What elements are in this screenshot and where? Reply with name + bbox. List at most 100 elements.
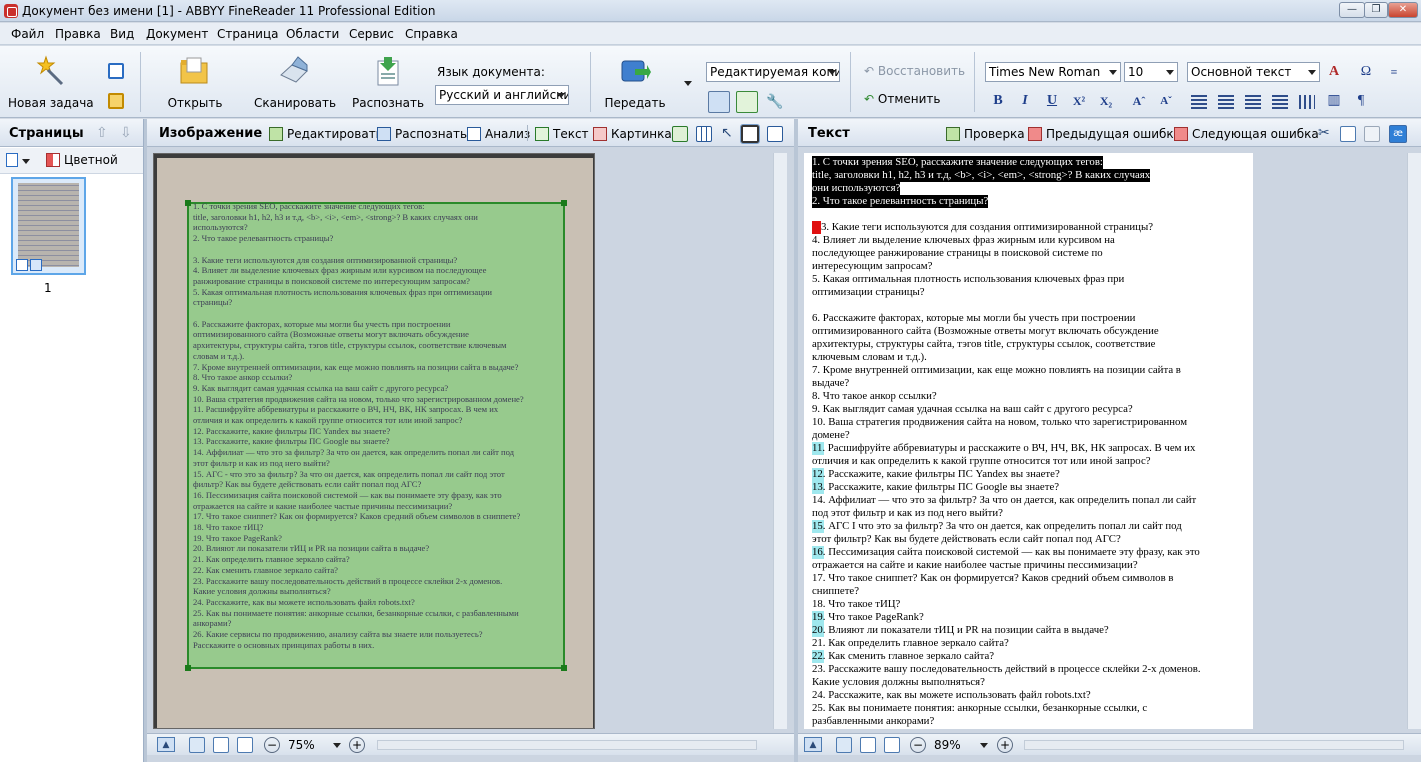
- text-area-tool[interactable]: Текст: [535, 127, 589, 141]
- send-button[interactable]: Передать: [602, 52, 668, 114]
- restore-button[interactable]: ↶ Восстановить: [864, 64, 965, 78]
- recognized-text-line[interactable]: 18. Что такое тИЦ?: [812, 598, 900, 611]
- page-view-icon[interactable]: [6, 153, 18, 167]
- recognized-text-line[interactable]: 26. Какие сервисы по продвижению, анализ…: [812, 728, 1113, 729]
- recognized-text-line[interactable]: 11. Расшифруйте аббревиатуры и расскажит…: [812, 442, 1195, 455]
- symbol-icon[interactable]: Ω: [1356, 62, 1376, 82]
- spell-check-button[interactable]: Проверка: [946, 127, 1025, 141]
- columns-icon[interactable]: ▥: [1324, 91, 1344, 111]
- doc-lang-select[interactable]: Русский и английски: [435, 85, 569, 105]
- recognized-text-line[interactable]: последующее ранжирование страницы в поис…: [812, 247, 1103, 260]
- menu-edit[interactable]: Правка: [55, 27, 101, 41]
- color-mode-icon[interactable]: [46, 153, 60, 167]
- align-justify-icon[interactable]: [1272, 95, 1288, 109]
- table-area-icon[interactable]: [672, 126, 688, 142]
- new-task-button[interactable]: Новая задача: [8, 52, 94, 114]
- copy-text-icon[interactable]: [1340, 126, 1356, 142]
- recognized-text-line[interactable]: сниппете?: [812, 585, 859, 598]
- menu-document[interactable]: Документ: [146, 27, 208, 41]
- close-window-button[interactable]: ✕: [1388, 2, 1418, 18]
- text-fit-page-icon[interactable]: [836, 737, 852, 753]
- font-color-icon[interactable]: A: [1324, 62, 1344, 82]
- paragraph-icon[interactable]: ¶: [1351, 91, 1371, 111]
- wrench-icon[interactable]: 🔧: [766, 94, 783, 110]
- menu-page[interactable]: Страница: [217, 27, 279, 41]
- minimize-button[interactable]: —: [1339, 2, 1365, 18]
- menu-areas[interactable]: Области: [286, 27, 339, 41]
- special-chars-icon[interactable]: ≡: [1384, 62, 1404, 82]
- fit-width-icon[interactable]: [213, 737, 229, 753]
- recognized-text-line[interactable]: 25. Как вы понимаете понятия: анкорные с…: [812, 702, 1147, 715]
- recognized-text-line[interactable]: 22. Как сменить главное зеркало сайта?: [812, 650, 994, 663]
- menu-file[interactable]: Файл: [11, 27, 44, 41]
- recognized-text-line[interactable]: Какие условия должны выполняться?: [812, 676, 985, 689]
- scan-button[interactable]: Сканировать: [254, 52, 336, 114]
- text-zoom-out-icon[interactable]: −: [910, 737, 926, 753]
- image-view-icon[interactable]: [708, 91, 730, 113]
- analyze-tool[interactable]: Анализ: [467, 127, 530, 141]
- recognized-text-line[interactable]: этот фильтр? Как вы будете действовать е…: [812, 533, 1121, 546]
- recognized-text-line[interactable]: домене?: [812, 429, 850, 442]
- scissors-icon[interactable]: ✂: [1318, 125, 1330, 141]
- underline-button[interactable]: U: [1042, 91, 1062, 111]
- table-icon[interactable]: [1299, 95, 1315, 109]
- recognized-text-line[interactable]: оптимизации страницы?: [812, 286, 925, 299]
- text-zoom-value[interactable]: 89%: [934, 738, 961, 752]
- text-fit-height-icon[interactable]: [884, 737, 900, 753]
- recognized-text-line[interactable]: 9. Как выглядит самая удачная ссылка на …: [812, 403, 1133, 416]
- italic-button[interactable]: I: [1015, 91, 1035, 111]
- recognized-text-line[interactable]: оптимизированного сайта (Возможные ответ…: [812, 325, 1159, 338]
- splitter-right[interactable]: [794, 119, 798, 762]
- recognized-text-line[interactable]: 16. Пессимизация сайта поисковой системо…: [812, 546, 1200, 559]
- bold-button[interactable]: B: [988, 91, 1008, 111]
- recognized-text-line[interactable]: 6. Расскажите факторах, которые мы могли…: [812, 312, 1135, 325]
- subscript-button[interactable]: X₂: [1096, 91, 1116, 111]
- recognized-text-line[interactable]: 12. Расскажите, какие фильтры ПС Yandex …: [812, 468, 1060, 481]
- menu-help[interactable]: Справка: [405, 27, 458, 41]
- recognized-text-line[interactable]: 1. С точки зрения SEO, расскажите значен…: [812, 156, 1103, 169]
- next-error-button[interactable]: Следующая ошибка: [1174, 127, 1319, 141]
- text-zoom-dropdown[interactable]: [980, 743, 988, 748]
- recognized-text-line[interactable]: title, заголовки h1, h2, h3 и т.д, <b>, …: [812, 169, 1151, 182]
- pointer-icon[interactable]: ↖: [721, 125, 733, 141]
- menu-service[interactable]: Сервис: [349, 27, 394, 41]
- image-zoom-value[interactable]: 75%: [288, 738, 315, 752]
- recognized-text-line[interactable]: интересующим запросам?: [812, 260, 932, 273]
- color-mode-label[interactable]: Цветной: [64, 153, 118, 167]
- fit-page-icon[interactable]: [189, 737, 205, 753]
- image-hscrollbar[interactable]: [377, 740, 757, 750]
- text-fit-width-icon[interactable]: [860, 737, 876, 753]
- recognize-button[interactable]: Распознать: [352, 52, 424, 114]
- font-size-select[interactable]: 10: [1124, 62, 1178, 82]
- recognized-text-line[interactable]: 15. АГС I что это за фильтр? За что он д…: [812, 520, 1182, 533]
- undo-button[interactable]: ↶ Отменить: [864, 92, 940, 106]
- page-view-dropdown[interactable]: [22, 159, 30, 164]
- recognized-text-line[interactable]: 17. Что такое сниппет? Как он формируетс…: [812, 572, 1173, 585]
- align-left-icon[interactable]: [1191, 95, 1207, 109]
- style-select[interactable]: Основной текст: [1187, 62, 1320, 82]
- splitter-left[interactable]: [144, 119, 147, 762]
- recognized-text-line[interactable]: 4. Влияет ли выделение ключевых фраз жир…: [812, 234, 1115, 247]
- recognized-text-line[interactable]: они используются?: [812, 182, 901, 195]
- image-vscrollbar[interactable]: [773, 153, 787, 729]
- zoom-dropdown[interactable]: [333, 743, 341, 748]
- zone-handle[interactable]: [185, 665, 191, 671]
- recognized-text-line[interactable]: под этот фильтр и как из под него выйти?: [812, 507, 1003, 520]
- recognized-text-line[interactable]: выдаче?: [812, 377, 849, 390]
- increase-font-icon[interactable]: Aˆ: [1129, 91, 1149, 111]
- picture-area-tool[interactable]: Картинка: [593, 127, 672, 141]
- align-center-icon[interactable]: [1218, 95, 1234, 109]
- page-thumbnail[interactable]: [11, 177, 86, 275]
- recognized-text-line[interactable]: 5. Какая оптимальная плотность использов…: [812, 273, 1124, 286]
- recognize-tool[interactable]: Распознать: [377, 127, 467, 141]
- recognized-text-line[interactable]: 13. Расскажите, какие фильтры ПС Google …: [812, 481, 1059, 494]
- recognized-text-line[interactable]: отражается на сайте и какие наиболее час…: [812, 559, 1138, 572]
- zoom-in-icon[interactable]: +: [349, 737, 365, 753]
- recognized-text-line[interactable]: 19. Что такое PageRank?: [812, 611, 924, 624]
- zoom-out-icon[interactable]: −: [264, 737, 280, 753]
- prev-error-button[interactable]: Предыдущая ошибка: [1028, 127, 1181, 141]
- text-editor[interactable]: 1. С точки зрения SEO, расскажите значен…: [804, 153, 1253, 729]
- app-icon[interactable]: [4, 4, 18, 18]
- recognized-text-line[interactable]: 21. Как определить главное зеркало сайта…: [812, 637, 1009, 650]
- expand-text-icon[interactable]: ▲: [804, 737, 822, 752]
